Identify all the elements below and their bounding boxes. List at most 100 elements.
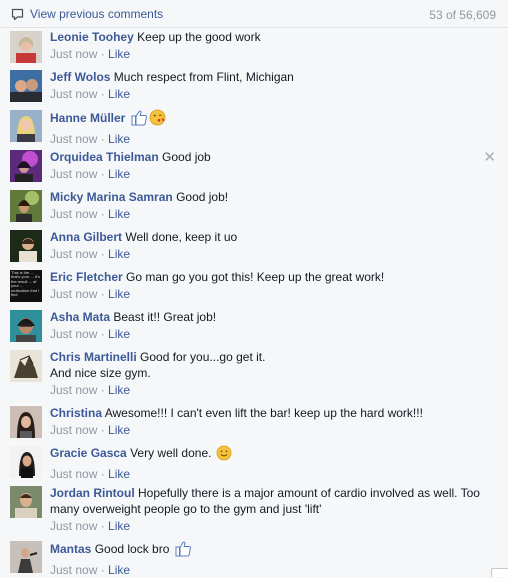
close-icon[interactable]: ✕ [483, 150, 496, 165]
comment-text: Go man go you got this! Keep up the grea… [126, 270, 385, 284]
comment-text-line2: And nice size gym. [50, 366, 151, 380]
view-previous-comments-link[interactable]: View previous comments [11, 7, 163, 21]
comment-author[interactable]: Eric Fletcher [50, 270, 123, 284]
comment-item: Mantas Good lock bro Just now · Like [0, 539, 508, 577]
comment-meta: Just now · Like [50, 562, 496, 578]
comment-text: Well done, keep it uo [125, 230, 238, 244]
comment-time[interactable]: Just now [50, 132, 97, 146]
avatar[interactable] [10, 70, 42, 102]
like-link[interactable]: Like [108, 167, 130, 181]
thumbs-up-icon [175, 540, 192, 561]
comment-item: Asha Mata Beast it!! Great job! Just now… [0, 308, 508, 348]
comments-header: View previous comments 53 of 56,609 [0, 0, 508, 28]
comment-text: Awesome!!! I can't even lift the bar! ke… [104, 406, 423, 420]
comment-author[interactable]: Asha Mata [50, 310, 110, 324]
comment-author[interactable]: Hanne Müller [50, 111, 125, 125]
meta-separator: · [97, 563, 109, 577]
comment-time[interactable]: Just now [50, 207, 97, 221]
like-link[interactable]: Like [108, 207, 130, 221]
comment-item: Gracie Gasca Very well done. Just now · … [0, 444, 508, 484]
comment-text: Beast it!! Great job! [113, 310, 217, 324]
comment-meta: Just now · Like [50, 86, 496, 102]
comment-text: Good lock bro [94, 542, 170, 556]
comment-item: Christina Awesome!!! I can't even lift t… [0, 404, 508, 444]
meta-separator: · [97, 327, 109, 341]
comment-time[interactable]: Just now [50, 87, 97, 101]
comment-time[interactable]: Just now [50, 327, 97, 341]
comment-author[interactable]: Leonie Toohey [50, 30, 134, 44]
comment-text: Keep up the good work [137, 30, 261, 44]
thumbs-up-icon [131, 109, 148, 130]
comment-author[interactable]: Jordan Rintoul [50, 486, 135, 500]
comment-time[interactable]: Just now [50, 563, 97, 577]
avatar[interactable] [10, 110, 42, 142]
comment-text: Much respect from Flint, Michigan [113, 70, 294, 84]
like-link[interactable]: Like [108, 467, 130, 481]
comment-author[interactable]: Chris Martinelli [50, 350, 137, 364]
view-previous-comments-label[interactable]: View previous comments [30, 7, 163, 21]
meta-separator: · [97, 87, 109, 101]
like-link[interactable]: Like [108, 287, 130, 301]
comment-meta: Just now · Like [50, 286, 496, 302]
meta-separator: · [97, 167, 109, 181]
comment-time[interactable]: Just now [50, 383, 97, 397]
comment-item: Micky Marina Samran Good job! Just now ·… [0, 188, 508, 228]
comment-time[interactable]: Just now [50, 47, 97, 61]
avatar-quote-text: This is the ... that's your ... It's the… [11, 270, 40, 298]
like-link[interactable]: Like [108, 327, 130, 341]
like-link[interactable]: Like [108, 383, 130, 397]
like-link[interactable]: Like [108, 87, 130, 101]
comment-time[interactable]: Just now [50, 467, 97, 481]
comment-item: This is the ... that's your ... It's the… [0, 268, 508, 308]
like-link[interactable]: Like [108, 247, 130, 261]
meta-separator: · [97, 132, 109, 146]
avatar[interactable] [10, 230, 42, 262]
comment-meta: Just now · Like [50, 326, 496, 342]
comment-author[interactable]: Mantas [50, 542, 91, 556]
comment-item: Orquidea Thielman Good job Just now · Li… [0, 148, 508, 188]
avatar[interactable] [10, 31, 42, 63]
avatar[interactable] [10, 541, 42, 573]
avatar[interactable] [10, 406, 42, 438]
avatar[interactable] [10, 150, 42, 182]
meta-separator: · [97, 247, 109, 261]
comment-time[interactable]: Just now [50, 423, 97, 437]
comment-time[interactable]: Just now [50, 519, 97, 533]
avatar[interactable] [10, 190, 42, 222]
comment-author[interactable]: Micky Marina Samran [50, 190, 173, 204]
comment-meta: Just now · Like [50, 206, 496, 222]
comment-item: Hanne Müller Just now · Like [0, 108, 508, 148]
comment-author[interactable]: Jeff Wolos [50, 70, 110, 84]
comment-item: Jordan Rintoul Hopefully there is a majo… [0, 484, 508, 539]
comment-author[interactable]: Gracie Gasca [50, 446, 127, 460]
comment-time[interactable]: Just now [50, 287, 97, 301]
avatar[interactable] [10, 310, 42, 342]
comment-count: 53 of 56,609 [429, 8, 496, 22]
comment-author[interactable]: Anna Gilbert [50, 230, 122, 244]
comment-meta: Just now · Like [50, 246, 496, 262]
comment-author[interactable]: Orquidea Thielman [50, 150, 159, 164]
avatar[interactable] [10, 350, 42, 382]
comment-item: Jeff Wolos Much respect from Flint, Mich… [0, 68, 508, 108]
avatar[interactable]: This is the ... that's your ... It's the… [10, 270, 42, 302]
comment-meta: Just now · Like [50, 131, 496, 147]
like-link[interactable]: Like [108, 47, 130, 61]
like-link[interactable]: Like [108, 423, 130, 437]
comment-meta: Just now · Like [50, 466, 496, 482]
avatar[interactable] [10, 486, 42, 518]
avatar[interactable] [10, 446, 42, 478]
like-link[interactable]: Like [108, 519, 130, 533]
comment-meta: Just now · Like [50, 422, 496, 438]
comment-author[interactable]: Christina [50, 406, 102, 420]
comment-meta: Just now · Like [50, 382, 496, 398]
comment-text: Good job [162, 150, 211, 164]
comment-time[interactable]: Just now [50, 247, 97, 261]
scroll-corner[interactable] [491, 568, 508, 577]
comment-time[interactable]: Just now [50, 167, 97, 181]
meta-separator: · [97, 47, 109, 61]
comment-item: Leonie Toohey Keep up the good work Just… [0, 28, 508, 68]
meta-separator: · [97, 287, 109, 301]
like-link[interactable]: Like [108, 563, 130, 577]
like-link[interactable]: Like [108, 132, 130, 146]
comment-meta: Just now · Like [50, 518, 496, 534]
